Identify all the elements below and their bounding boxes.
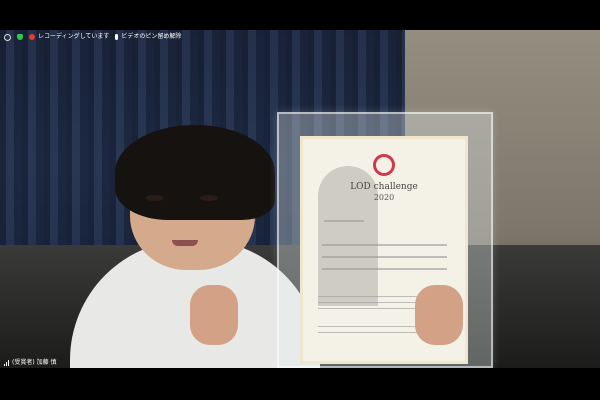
info-icon <box>4 33 11 41</box>
certificate-text-line <box>324 220 364 222</box>
mic-icon <box>115 34 119 40</box>
shield-icon <box>17 34 23 40</box>
right-hand <box>415 285 463 345</box>
certificate-year: 2020 <box>373 193 395 202</box>
certificate-title: LOD challenge <box>350 182 418 192</box>
meeting-status-bar: レコーディングしています ビデオのピン留め解除 <box>0 30 600 44</box>
hair <box>115 125 275 220</box>
signal-bars-icon <box>4 360 9 366</box>
recording-label: レコーディングしています <box>38 33 110 40</box>
recording-indicator[interactable]: レコーディングしています <box>29 32 109 42</box>
security-indicator[interactable] <box>17 34 23 40</box>
certificate-text-line <box>322 256 447 258</box>
eye-right <box>200 195 218 201</box>
participant-name-label: (受賞者) 加藤 慎 <box>12 359 57 366</box>
certificate-text-line <box>322 244 447 246</box>
unpin-video-button[interactable]: ビデオのピン留め解除 <box>115 32 181 42</box>
certificate-text-line <box>322 268 447 270</box>
recording-icon <box>29 34 35 40</box>
lod-logo-icon <box>373 154 395 176</box>
eye-left <box>146 195 164 201</box>
meeting-info-button[interactable] <box>4 33 11 41</box>
participant-name-bar: (受賞者) 加藤 慎 <box>0 357 600 369</box>
unpin-video-label: ビデオのピン留め解除 <box>121 33 182 40</box>
mouth <box>172 240 198 246</box>
left-hand <box>190 285 238 345</box>
participant-video[interactable]: LOD challenge 2020 <box>0 30 600 368</box>
video-conference-window: LOD challenge 2020 レコーディングしています ビデオのピン留め… <box>0 0 600 400</box>
